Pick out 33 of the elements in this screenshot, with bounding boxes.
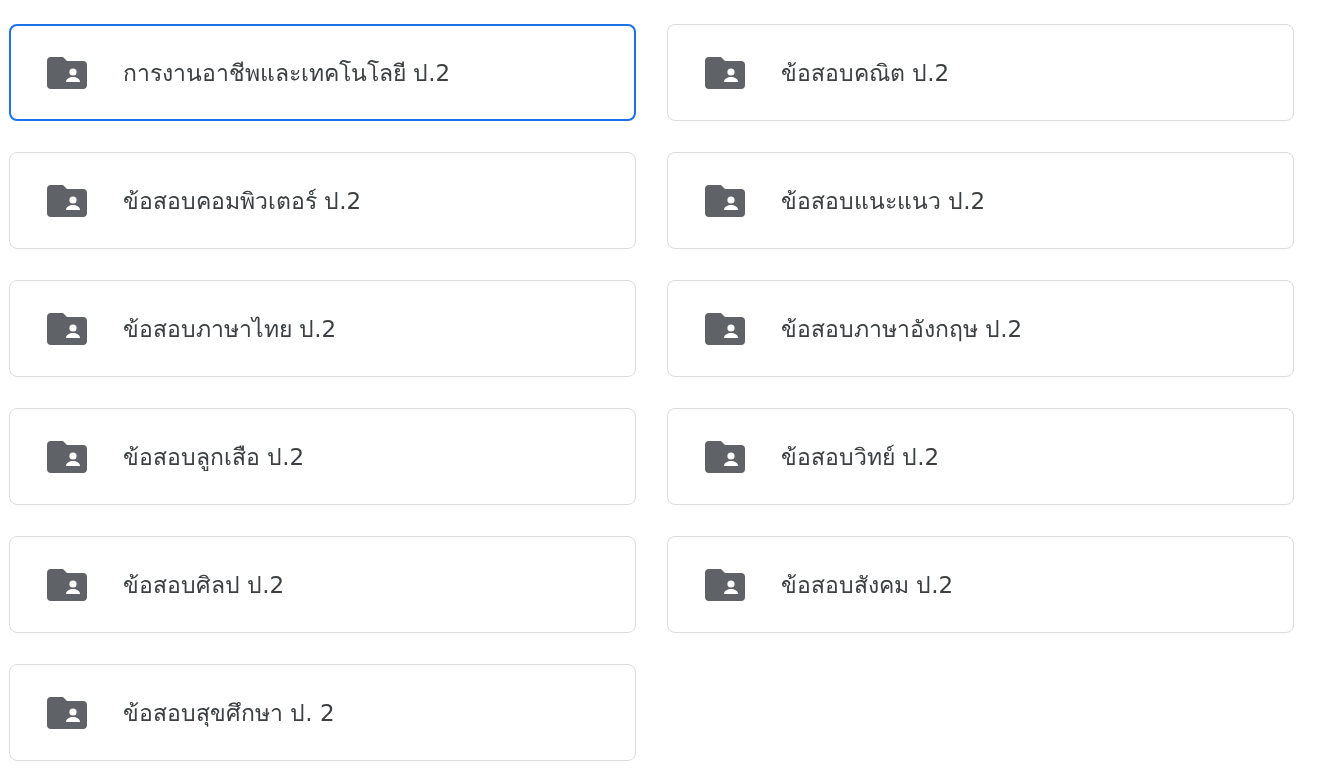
shared-folder-icon	[47, 312, 87, 345]
folder-name: ข้อสอบศิลป ป.2	[123, 570, 285, 600]
folder-card[interactable]: ข้อสอบสุขศึกษา ป. 2	[9, 664, 636, 761]
shared-folder-icon	[47, 696, 87, 729]
folder-name: ข้อสอบภาษาอังกฤษ ป.2	[781, 314, 1023, 344]
shared-folder-icon	[47, 56, 87, 89]
shared-folder-icon	[705, 568, 745, 601]
folder-name: ข้อสอบแนะแนว ป.2	[781, 186, 986, 216]
folder-card[interactable]: การงานอาชีพและเทคโนโลยี ป.2	[9, 24, 636, 121]
shared-folder-icon	[705, 440, 745, 473]
folder-card[interactable]: ข้อสอบวิทย์ ป.2	[667, 408, 1294, 505]
folder-card[interactable]: ข้อสอบศิลป ป.2	[9, 536, 636, 633]
folder-card[interactable]: ข้อสอบสังคม ป.2	[667, 536, 1294, 633]
shared-folder-icon	[705, 184, 745, 217]
shared-folder-icon	[705, 56, 745, 89]
folder-card[interactable]: ข้อสอบคอมพิวเตอร์ ป.2	[9, 152, 636, 249]
shared-folder-icon	[47, 184, 87, 217]
folder-name: การงานอาชีพและเทคโนโลยี ป.2	[123, 58, 451, 88]
folder-name: ข้อสอบภาษาไทย ป.2	[123, 314, 337, 344]
folder-name: ข้อสอบคณิต ป.2	[781, 58, 950, 88]
folder-card[interactable]: ข้อสอบแนะแนว ป.2	[667, 152, 1294, 249]
shared-folder-icon	[705, 312, 745, 345]
folder-name: ข้อสอบลูกเสือ ป.2	[123, 442, 305, 473]
folder-card[interactable]: ข้อสอบลูกเสือ ป.2	[9, 408, 636, 505]
folder-name: ข้อสอบคอมพิวเตอร์ ป.2	[123, 186, 362, 216]
shared-folder-icon	[47, 568, 87, 601]
folder-card[interactable]: ข้อสอบคณิต ป.2	[667, 24, 1294, 121]
folder-name: ข้อสอบสังคม ป.2	[781, 570, 954, 600]
folder-name: ข้อสอบวิทย์ ป.2	[781, 442, 940, 472]
folder-card[interactable]: ข้อสอบภาษาอังกฤษ ป.2	[667, 280, 1294, 377]
folder-name: ข้อสอบสุขศึกษา ป. 2	[123, 698, 335, 729]
folder-card[interactable]: ข้อสอบภาษาไทย ป.2	[9, 280, 636, 377]
shared-folder-icon	[47, 440, 87, 473]
